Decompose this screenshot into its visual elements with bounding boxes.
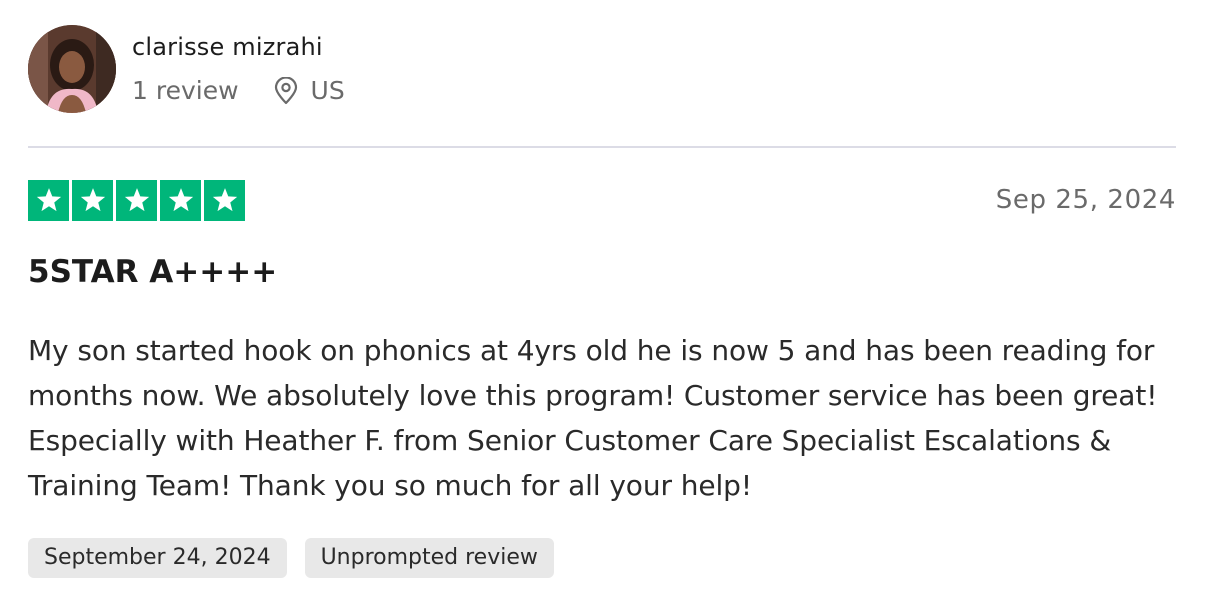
review-title[interactable]: 5STAR A++++ bbox=[28, 252, 277, 292]
review-body: My son started hook on phonics at 4yrs o… bbox=[28, 334, 1158, 502]
review-tags: September 24, 2024 Unprompted review bbox=[28, 538, 554, 578]
experience-date-tag: September 24, 2024 bbox=[28, 538, 287, 578]
star-icon bbox=[72, 179, 113, 221]
avatar-photo bbox=[28, 25, 116, 113]
reviewer-location: US bbox=[273, 76, 345, 106]
location-pin-icon bbox=[273, 76, 299, 105]
star-icon bbox=[116, 179, 157, 221]
review-type-tag[interactable]: Unprompted review bbox=[304, 538, 554, 578]
reviewer-meta: 1 review US bbox=[132, 76, 345, 106]
review-card: clarisse mizrahi 1 review US Sep 25, 202… bbox=[28, 24, 1176, 578]
star-icon bbox=[160, 179, 201, 221]
rating-row: Sep 25, 2024 bbox=[28, 179, 1176, 221]
star-rating bbox=[28, 179, 245, 221]
star-icon bbox=[204, 179, 245, 221]
star-icon bbox=[28, 179, 69, 221]
location-label: US bbox=[310, 76, 345, 105]
avatar[interactable] bbox=[28, 25, 116, 113]
reviewer-info: clarisse mizrahi 1 review US bbox=[132, 32, 345, 106]
divider bbox=[28, 146, 1176, 148]
review-count: 1 review bbox=[132, 76, 239, 105]
reviewer-name[interactable]: clarisse mizrahi bbox=[132, 32, 345, 62]
review-date: Sep 25, 2024 bbox=[995, 185, 1176, 215]
reviewer-header: clarisse mizrahi 1 review US bbox=[28, 24, 1176, 114]
